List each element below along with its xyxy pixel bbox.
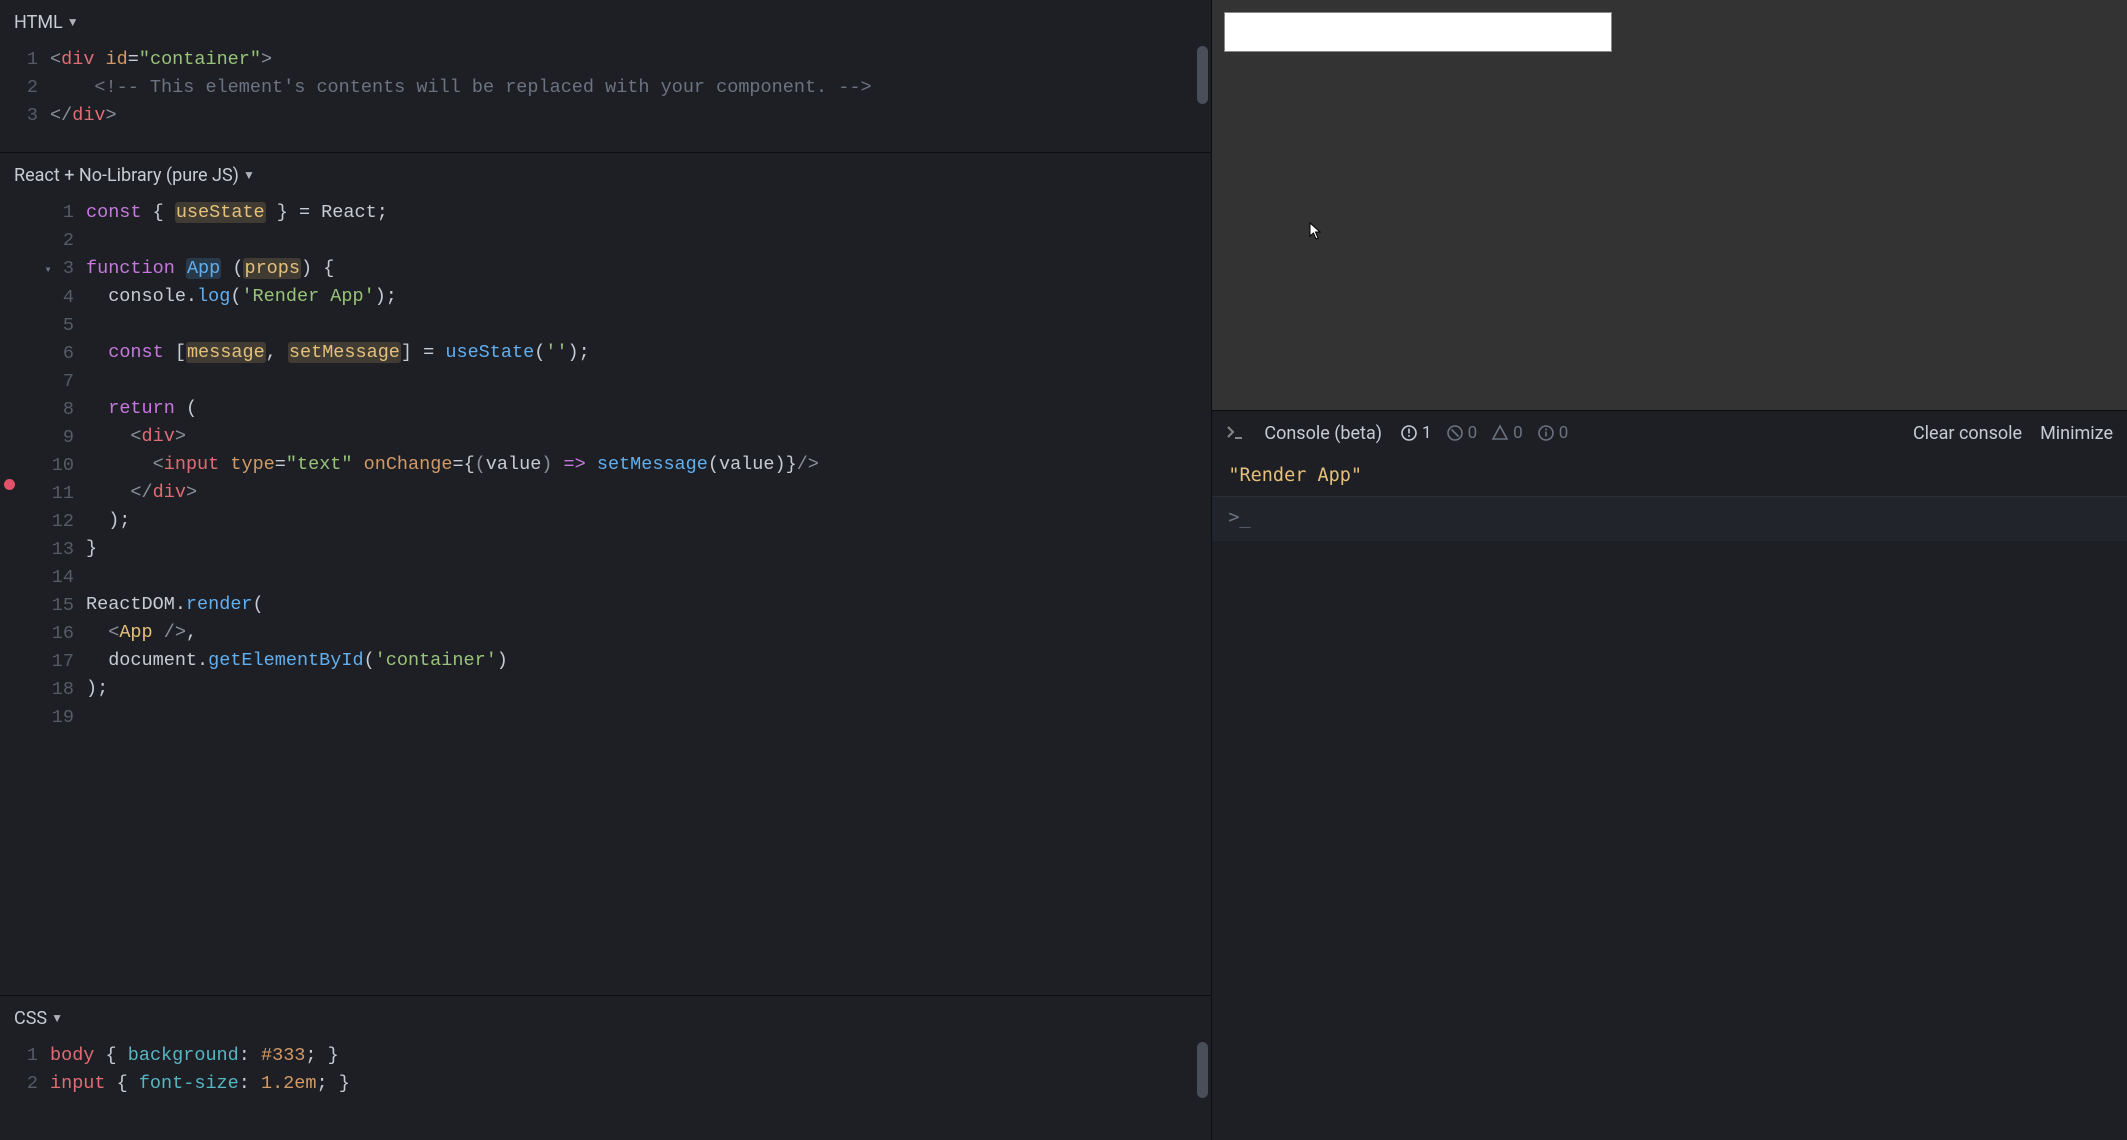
preview-pane[interactable] — [1212, 0, 2127, 410]
editors-column: HTML ▼ 1 2 3 <div id="container"> <!-- T… — [0, 0, 1212, 1140]
panel-label-html: HTML — [14, 12, 63, 33]
app-root: HTML ▼ 1 2 3 <div id="container"> <!-- T… — [0, 0, 2127, 1140]
output-column: Console (beta) 1 0 0 — [1212, 0, 2127, 1140]
clear-console-button[interactable]: Clear console — [1913, 423, 2022, 444]
mouse-cursor-icon — [1308, 222, 1322, 240]
count-log[interactable]: 1 — [1400, 423, 1432, 443]
count-info[interactable]: 0 — [1537, 423, 1569, 443]
count-debug[interactable]: 0 — [1446, 423, 1478, 443]
minimize-console-button[interactable]: Minimize — [2040, 423, 2113, 444]
info-icon — [1537, 424, 1555, 442]
code-html[interactable]: <div id="container"> <!-- This element's… — [50, 44, 1211, 152]
panel-label-js: React + No-Library (pure JS) — [14, 165, 239, 186]
panel-label-css: CSS — [14, 1008, 47, 1029]
panel-header-js[interactable]: React + No-Library (pure JS) ▼ — [0, 153, 1211, 197]
code-css[interactable]: body { background: #333; } input { font-… — [50, 1040, 1211, 1140]
prompt-icon — [1226, 424, 1246, 442]
count-warn[interactable]: 0 — [1491, 423, 1523, 443]
console-counts: 1 0 0 0 — [1400, 423, 1568, 443]
editor-js[interactable]: 1 2 ▾ 3 4 5 6 7 8 9 10 11 12 13 14 15 16… — [0, 197, 1211, 995]
editor-css[interactable]: 1 2 body { background: #333; } input { f… — [0, 1040, 1211, 1140]
scrollbar[interactable] — [1197, 1042, 1208, 1098]
breakpoint-dot-icon[interactable] — [4, 479, 15, 490]
panel-header-css[interactable]: CSS ▼ — [0, 996, 1211, 1040]
console-repl-input[interactable]: >_ — [1212, 497, 2127, 541]
caret-down-icon: ▼ — [67, 15, 79, 29]
caret-down-icon: ▼ — [51, 1011, 63, 1025]
editor-html[interactable]: 1 2 3 <div id="container"> <!-- This ele… — [0, 44, 1211, 152]
gutter-html: 1 2 3 — [0, 44, 50, 152]
console-empty — [1212, 541, 2127, 1140]
log-icon — [1400, 424, 1418, 442]
console-title[interactable]: Console (beta) — [1264, 423, 1382, 444]
breakpoint-column[interactable] — [0, 197, 18, 995]
warn-icon — [1491, 424, 1509, 442]
code-js[interactable]: const { useState } = React; function App… — [86, 197, 1211, 995]
panel-header-html[interactable]: HTML ▼ — [0, 0, 1211, 44]
console-header: Console (beta) 1 0 0 — [1212, 411, 2127, 455]
scrollbar[interactable] — [1197, 46, 1208, 104]
gutter-js: 1 2 ▾ 3 4 5 6 7 8 9 10 11 12 13 14 15 16… — [18, 197, 86, 995]
console-pane: Console (beta) 1 0 0 — [1212, 410, 2127, 1140]
caret-down-icon: ▼ — [243, 168, 255, 182]
debug-icon — [1446, 424, 1464, 442]
console-log-entry[interactable]: "Render App" — [1212, 455, 2127, 497]
preview-text-input[interactable] — [1224, 12, 1612, 52]
gutter-css: 1 2 — [0, 1040, 50, 1140]
